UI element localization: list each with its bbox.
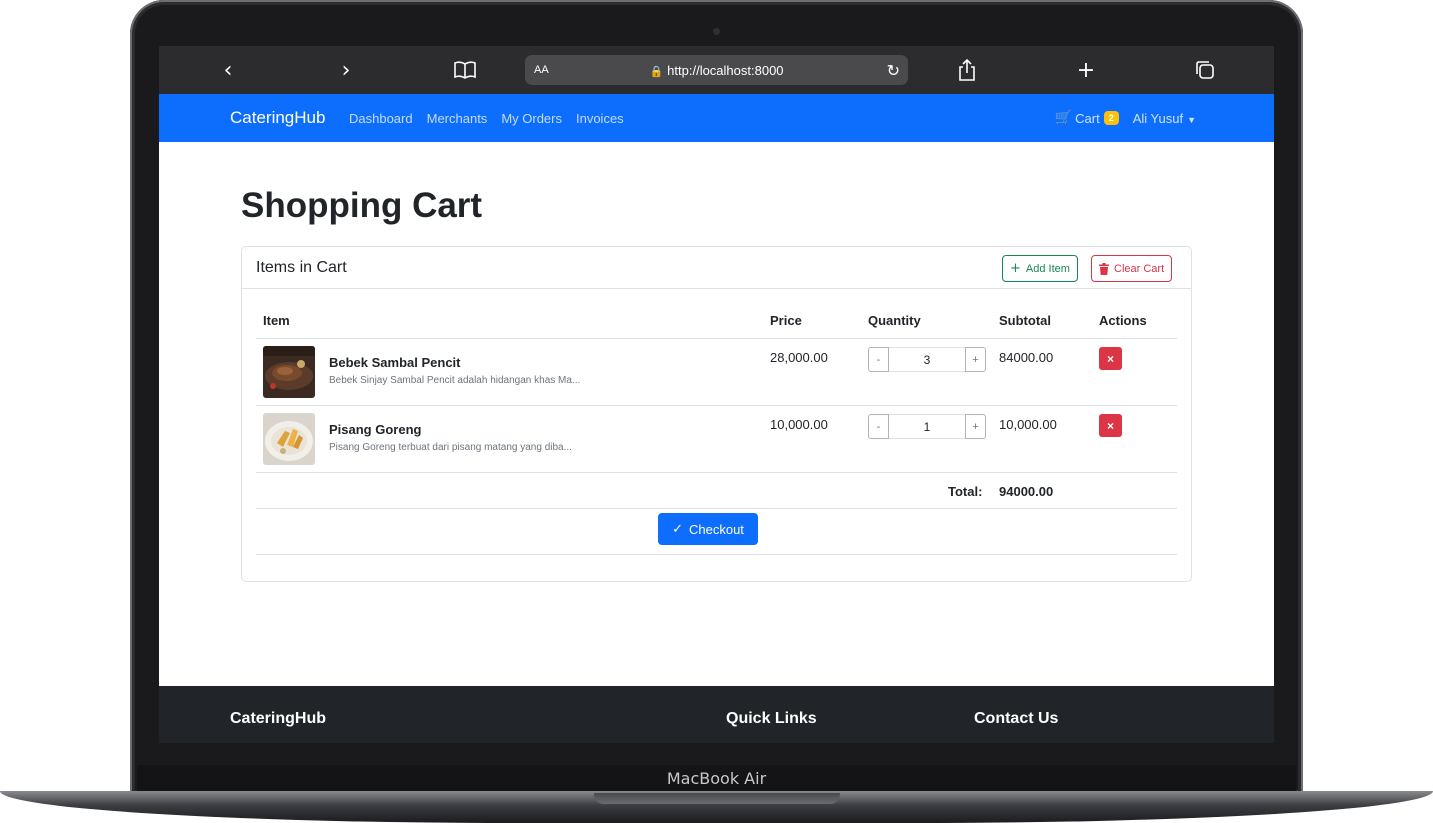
item-description: Bebek Sinjay Sambal Pencit adalah hidang… xyxy=(329,375,581,386)
caret-down-icon: ▼ xyxy=(1187,114,1196,125)
device-label: MacBook Air xyxy=(666,769,767,788)
quantity-stepper: - 3 + xyxy=(868,347,986,372)
nav-link-merchants[interactable]: Merchants xyxy=(427,111,488,126)
footer: CateringHub Quick Links Contact Us xyxy=(159,686,1274,743)
trash-icon xyxy=(1099,262,1109,275)
column-header-item: Item xyxy=(263,313,290,328)
item-price: 28,000.00 xyxy=(770,350,828,365)
bookmarks-button[interactable] xyxy=(449,54,481,86)
item-subtotal: 84000.00 xyxy=(999,350,1054,365)
close-icon: × xyxy=(1106,351,1114,366)
share-icon xyxy=(959,59,975,81)
clear-cart-label: Clear Cart xyxy=(1114,262,1165,275)
nav-right: 🛒 Cart 2 Ali Yusuf ▼ xyxy=(1055,110,1196,126)
table-divider xyxy=(256,508,1177,509)
forward-button[interactable]: › xyxy=(330,54,362,86)
navbar-brand[interactable]: CateringHub xyxy=(230,108,325,128)
user-menu[interactable]: Ali Yusuf ▼ xyxy=(1133,111,1196,126)
item-subtotal: 10,000.00 xyxy=(999,417,1057,432)
item-name[interactable]: Pisang Goreng xyxy=(329,422,421,437)
reload-icon[interactable]: ↻ xyxy=(887,61,900,80)
cart-label: Cart xyxy=(1075,110,1100,126)
footer-heading-contact: Contact Us xyxy=(974,710,1059,727)
back-button[interactable]: ‹ xyxy=(212,54,244,86)
card-title: Items in Cart xyxy=(256,259,347,276)
item-price: 10,000.00 xyxy=(770,417,828,432)
tabs-icon xyxy=(1196,61,1214,79)
address-bar[interactable]: AA 🔒 http://localhost:8000 ↻ xyxy=(525,55,908,85)
screen: ‹ › AA 🔒 http://localhost:8000 ↻ + Cateri… xyxy=(159,46,1274,743)
clear-cart-button[interactable]: Clear Cart xyxy=(1091,255,1173,282)
user-name: Ali Yusuf xyxy=(1132,110,1184,126)
checkout-button[interactable]: ✓ Checkout xyxy=(658,513,758,545)
item-name[interactable]: Bebek Sambal Pencit xyxy=(329,355,461,370)
column-header-actions: Actions xyxy=(1099,313,1147,328)
quantity-stepper: - 1 + xyxy=(868,414,986,439)
footer-heading-brand: CateringHub xyxy=(230,710,326,727)
hinge-notch xyxy=(594,793,840,804)
cart-link[interactable]: 🛒 Cart 2 xyxy=(1055,110,1119,126)
new-tab-button[interactable]: + xyxy=(1070,54,1102,86)
chevron-right-icon: › xyxy=(341,57,351,83)
plus-icon: + xyxy=(1010,261,1021,276)
camera xyxy=(713,28,720,35)
navbar: CateringHub Dashboard Merchants My Order… xyxy=(159,94,1274,142)
url-text: http://localhost:8000 xyxy=(667,62,784,78)
column-header-price: Price xyxy=(770,313,802,328)
item-description: Pisang Goreng terbuat dari pisang matang… xyxy=(329,442,572,453)
item-image xyxy=(263,346,315,398)
url-display[interactable]: 🔒 http://localhost:8000 xyxy=(525,63,908,78)
increase-quantity-button[interactable]: + xyxy=(965,347,986,372)
nav-link-dashboard[interactable]: Dashboard xyxy=(349,111,413,126)
total-value: 94000.00 xyxy=(999,484,1054,499)
checkout-label: Checkout xyxy=(688,521,744,537)
lock-icon: 🔒 xyxy=(649,65,664,78)
nav-links: Dashboard Merchants My Orders Invoices xyxy=(349,111,638,126)
browser-toolbar: ‹ › AA 🔒 http://localhost:8000 ↻ + xyxy=(159,46,1274,94)
add-item-button[interactable]: + Add Item xyxy=(1002,255,1078,282)
cart-icon: 🛒 xyxy=(1054,110,1073,126)
decrease-quantity-button[interactable]: - xyxy=(868,414,889,439)
footer-heading-quick-links: Quick Links xyxy=(726,710,817,727)
nav-link-invoices[interactable]: Invoices xyxy=(576,111,624,126)
cart-card: Items in Cart + Add Item Clear Cart Item … xyxy=(241,246,1192,582)
remove-item-button[interactable]: × xyxy=(1099,347,1122,370)
increase-quantity-button[interactable]: + xyxy=(965,414,986,439)
card-header: Items in Cart + Add Item Clear Cart xyxy=(242,247,1191,289)
nav-link-my-orders[interactable]: My Orders xyxy=(501,111,562,126)
table-row: Bebek Sambal Pencit Bebek Sinjay Sambal … xyxy=(256,339,1177,405)
column-header-subtotal: Subtotal xyxy=(999,313,1051,328)
page-title: Shopping Cart xyxy=(241,186,483,225)
chevron-left-icon: ‹ xyxy=(223,57,233,83)
table-divider xyxy=(256,554,1177,555)
remove-item-button[interactable]: × xyxy=(1099,414,1122,437)
plus-icon: + xyxy=(1076,57,1096,83)
quantity-input[interactable]: 1 xyxy=(889,414,965,439)
book-icon xyxy=(454,61,476,79)
tabs-overview-button[interactable] xyxy=(1189,54,1221,86)
quantity-input[interactable]: 3 xyxy=(889,347,965,372)
add-item-label: Add Item xyxy=(1025,262,1070,275)
decrease-quantity-button[interactable]: - xyxy=(868,347,889,372)
table-divider xyxy=(256,472,1177,473)
share-button[interactable] xyxy=(951,54,983,86)
column-header-quantity: Quantity xyxy=(868,313,921,328)
cart-count-badge: 2 xyxy=(1103,111,1119,125)
table-row: Pisang Goreng Pisang Goreng terbuat dari… xyxy=(256,406,1177,472)
total-label: Total: xyxy=(948,484,983,499)
check-icon: ✓ xyxy=(672,521,683,537)
item-image xyxy=(263,413,315,465)
close-icon: × xyxy=(1106,418,1114,433)
